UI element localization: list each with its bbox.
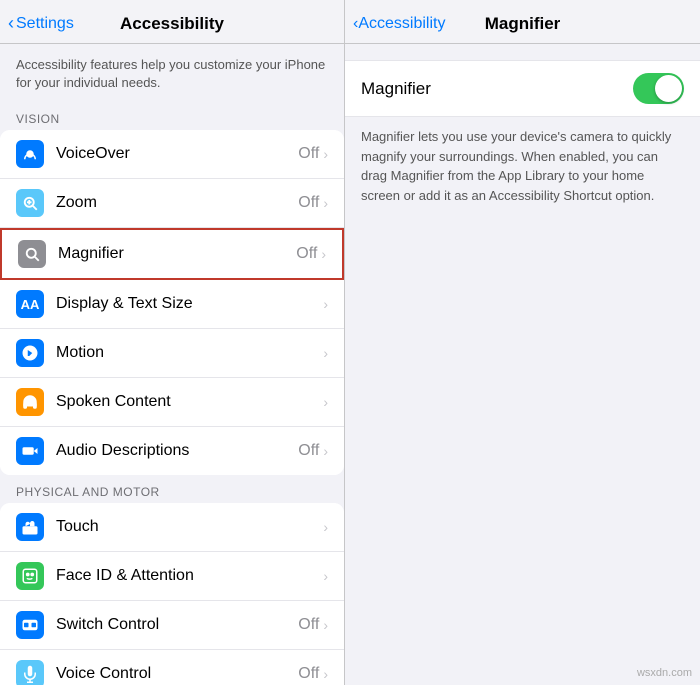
spoken-content-chevron: › <box>323 394 328 410</box>
audio-desc-value: Off <box>298 442 319 460</box>
physical-section: PHYSICAL AND MOTOR Touch › Face ID & Att… <box>0 479 344 685</box>
display-text-chevron: › <box>323 296 328 312</box>
display-text-icon: AA <box>16 290 44 318</box>
magnifier-chevron: › <box>321 246 326 262</box>
motion-chevron: › <box>323 345 328 361</box>
faceid-label: Face ID & Attention <box>56 567 323 585</box>
left-nav-bar: ‹ Settings Accessibility <box>0 0 344 44</box>
zoom-chevron: › <box>323 195 328 211</box>
switch-control-item[interactable]: Switch Control Off › <box>0 601 344 650</box>
magnifier-toggle-row: Magnifier <box>345 60 700 117</box>
faceid-icon <box>16 562 44 590</box>
voice-control-icon <box>16 660 44 685</box>
touch-chevron: › <box>323 519 328 535</box>
touch-icon <box>16 513 44 541</box>
vision-label: VISION <box>0 106 344 130</box>
physical-label: PHYSICAL AND MOTOR <box>0 479 344 503</box>
right-back-label: Accessibility <box>358 15 445 33</box>
toggle-knob <box>655 75 682 102</box>
vision-section: VISION VoiceOver Off › Zoom Off › <box>0 106 344 475</box>
voice-control-label: Voice Control <box>56 665 298 683</box>
watermark: wsxdn.com <box>637 667 692 679</box>
voice-control-item[interactable]: Voice Control Off › <box>0 650 344 685</box>
spoken-content-item[interactable]: Spoken Content › <box>0 378 344 427</box>
switch-control-value: Off <box>298 616 319 634</box>
back-to-settings[interactable]: ‹ Settings <box>8 13 74 34</box>
audio-desc-item[interactable]: Audio Descriptions Off › <box>0 427 344 475</box>
touch-item[interactable]: Touch › <box>0 503 344 552</box>
voiceover-value: Off <box>298 145 319 163</box>
intro-text: Accessibility features help you customiz… <box>0 44 344 102</box>
motion-label: Motion <box>56 344 323 362</box>
vision-list: VoiceOver Off › Zoom Off › Magni <box>0 130 344 475</box>
magnifier-label: Magnifier <box>58 245 296 263</box>
faceid-chevron: › <box>323 568 328 584</box>
right-panel: ‹ Accessibility Magnifier Magnifier Magn… <box>345 0 700 685</box>
faceid-item[interactable]: Face ID & Attention › <box>0 552 344 601</box>
switch-control-chevron: › <box>323 617 328 633</box>
magnifier-icon <box>18 240 46 268</box>
magnifier-value: Off <box>296 245 317 263</box>
voice-control-chevron: › <box>323 666 328 682</box>
voiceover-icon <box>16 140 44 168</box>
magnifier-toggle-label: Magnifier <box>361 79 431 99</box>
right-title: Magnifier <box>485 14 561 34</box>
zoom-item[interactable]: Zoom Off › <box>0 179 344 228</box>
audio-desc-label: Audio Descriptions <box>56 442 298 460</box>
spoken-content-label: Spoken Content <box>56 393 323 411</box>
right-content: Magnifier Magnifier lets you use your de… <box>345 44 700 231</box>
zoom-value: Off <box>298 194 319 212</box>
right-nav-bar: ‹ Accessibility Magnifier <box>345 0 700 44</box>
switch-control-icon <box>16 611 44 639</box>
motion-icon <box>16 339 44 367</box>
left-panel: ‹ Settings Accessibility Accessibility f… <box>0 0 345 685</box>
magnifier-description: Magnifier lets you use your device's cam… <box>345 117 700 215</box>
voiceover-chevron: › <box>323 146 328 162</box>
left-title: Accessibility <box>120 14 224 34</box>
back-to-accessibility[interactable]: ‹ Accessibility <box>353 15 445 33</box>
back-chevron: ‹ <box>8 13 14 34</box>
motion-item[interactable]: Motion › <box>0 329 344 378</box>
magnifier-item[interactable]: Magnifier Off › <box>0 228 344 280</box>
magnifier-toggle-switch[interactable] <box>633 73 684 104</box>
audio-desc-chevron: › <box>323 443 328 459</box>
zoom-icon <box>16 189 44 217</box>
display-text-item[interactable]: AA Display & Text Size › <box>0 280 344 329</box>
voice-control-value: Off <box>298 665 319 683</box>
switch-control-label: Switch Control <box>56 616 298 634</box>
left-scroll: Accessibility features help you customiz… <box>0 44 344 685</box>
zoom-label: Zoom <box>56 194 298 212</box>
physical-list: Touch › Face ID & Attention › Switch Con… <box>0 503 344 685</box>
spoken-icon <box>16 388 44 416</box>
voiceover-item[interactable]: VoiceOver Off › <box>0 130 344 179</box>
voiceover-label: VoiceOver <box>56 145 298 163</box>
display-text-label: Display & Text Size <box>56 295 323 313</box>
audio-desc-icon <box>16 437 44 465</box>
back-label: Settings <box>16 15 74 33</box>
touch-label: Touch <box>56 518 323 536</box>
